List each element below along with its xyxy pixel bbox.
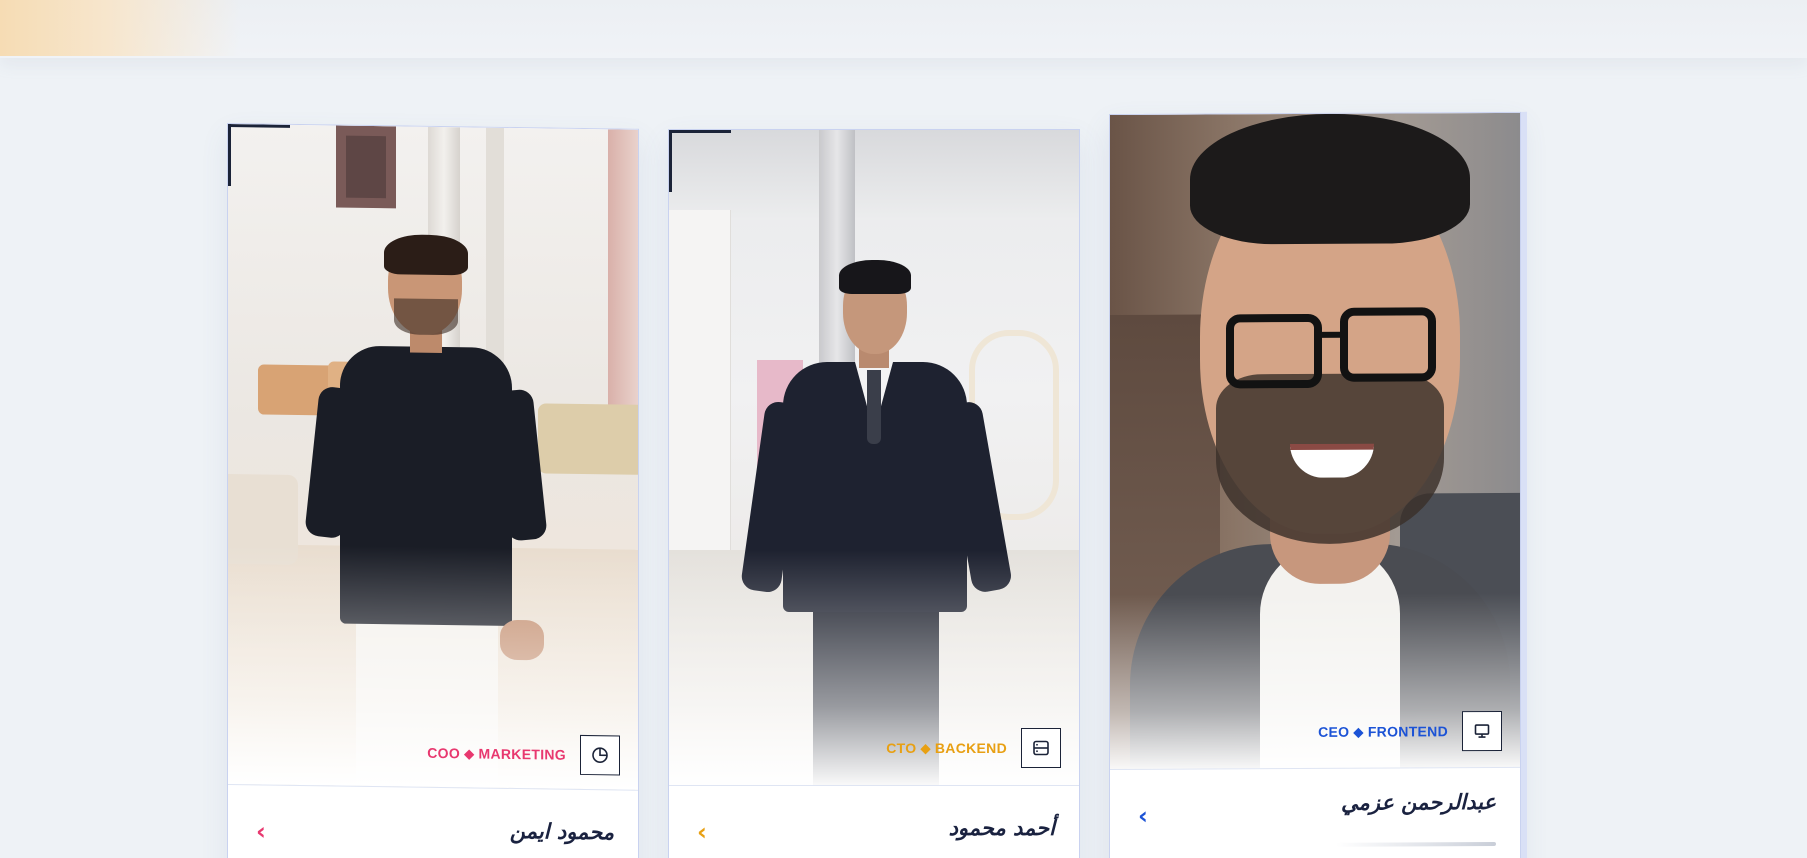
card-info: ‹ محمود ايمن bbox=[228, 784, 638, 858]
team-member-photo bbox=[669, 130, 1079, 790]
card-info: ‹ عبدالرحمن عزمي bbox=[1110, 766, 1520, 858]
member-name: محمود ايمن bbox=[509, 818, 614, 845]
role-label: CEO ⬥ FRONTEND bbox=[1318, 722, 1448, 740]
pie-chart-icon bbox=[580, 734, 620, 776]
corner-accent bbox=[669, 130, 731, 192]
team-member-photo bbox=[228, 124, 638, 790]
team-card-ceo[interactable]: CEO ⬥ FRONTEND ‹ عبدالرحمن عزمي bbox=[1109, 111, 1521, 858]
server-icon bbox=[1021, 728, 1061, 768]
role-label: COO ⬥ MARKETING bbox=[427, 744, 566, 763]
chevron-left-icon[interactable]: ‹ bbox=[697, 818, 707, 846]
member-name: أحمد محمود bbox=[948, 816, 1055, 840]
role-label: CTO ⬥ BACKEND bbox=[886, 739, 1007, 756]
member-subtitle-line bbox=[1336, 841, 1496, 847]
card-info: ‹ أحمد محمود bbox=[669, 785, 1079, 858]
team-card-cto[interactable]: CTO ⬥ BACKEND ‹ أحمد محمود bbox=[668, 129, 1080, 858]
chevron-left-icon[interactable]: ‹ bbox=[256, 817, 266, 845]
corner-accent bbox=[228, 124, 290, 187]
top-section-band bbox=[0, 0, 1807, 58]
team-member-photo bbox=[1110, 112, 1520, 775]
page: COO ⬥ MARKETING ‹ محمود ايمن CTO ⬥ BACKE… bbox=[0, 0, 1807, 858]
top-glow-decoration bbox=[0, 0, 240, 56]
team-card-coo[interactable]: COO ⬥ MARKETING ‹ محمود ايمن bbox=[227, 123, 639, 858]
monitor-icon bbox=[1462, 710, 1502, 752]
member-name: عبدالرحمن عزمي bbox=[1341, 789, 1496, 815]
chevron-left-icon[interactable]: ‹ bbox=[1138, 802, 1148, 830]
